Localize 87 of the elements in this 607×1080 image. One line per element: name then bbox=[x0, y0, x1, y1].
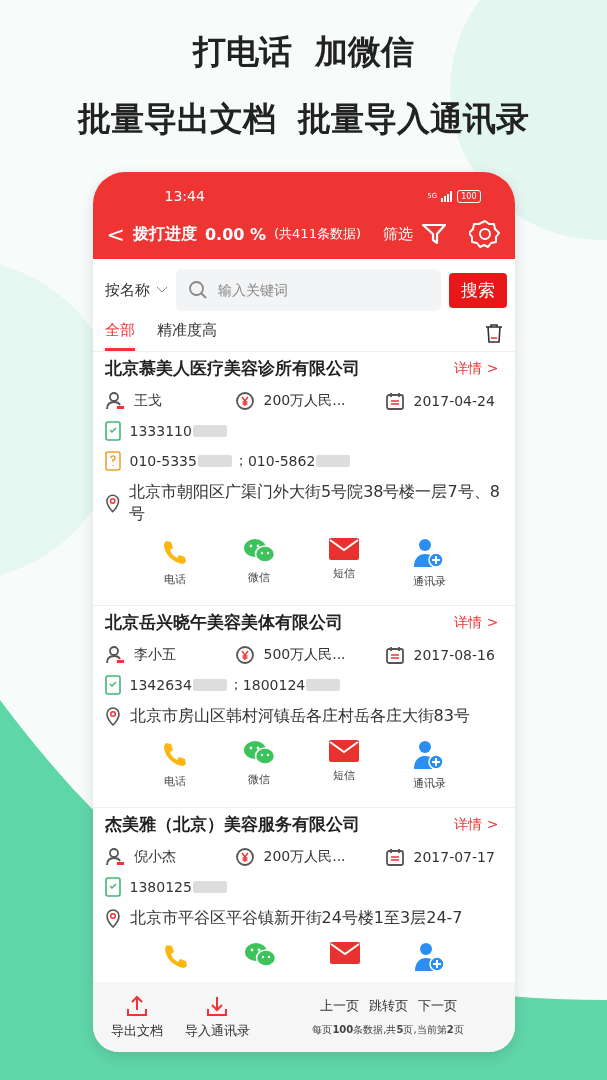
person-icon bbox=[104, 847, 125, 867]
headline: 批量导出文档 批量导入通讯录 bbox=[77, 98, 530, 140]
action-label[interactable]: 微信 bbox=[248, 772, 271, 787]
search-icon bbox=[187, 280, 208, 300]
action-label[interactable]: 短信 bbox=[332, 566, 355, 581]
registered-capital: 200万人民... bbox=[263, 392, 346, 410]
company-name: 北京岳兴晓午美容美体有限公司 bbox=[104, 612, 343, 634]
envelope-icon bbox=[328, 538, 359, 560]
separator: ； bbox=[228, 676, 243, 694]
founding-date: 2017-07-17 bbox=[413, 849, 495, 865]
filter-icon[interactable] bbox=[420, 222, 447, 246]
contact-person: 李小五 bbox=[133, 646, 176, 664]
action-label[interactable]: 电话 bbox=[164, 572, 187, 587]
action-label[interactable]: 通讯录 bbox=[412, 776, 446, 791]
phone-check-icon bbox=[104, 877, 121, 897]
contact-person: 倪小杰 bbox=[133, 848, 176, 866]
search-field[interactable]: 输入关键词 bbox=[175, 269, 441, 311]
registered-capital: 200万人民... bbox=[263, 848, 346, 866]
calendar-icon bbox=[384, 847, 405, 867]
yen-icon bbox=[234, 847, 255, 867]
field-select[interactable]: 按名称 bbox=[104, 280, 168, 300]
contact-person: 王戈 bbox=[133, 392, 162, 410]
search-button[interactable]: 搜索 bbox=[448, 272, 507, 308]
upload-icon bbox=[124, 994, 149, 1018]
phone-question-icon bbox=[104, 451, 121, 471]
calendar-icon bbox=[384, 391, 405, 411]
download-icon bbox=[205, 994, 229, 1018]
person-icon bbox=[104, 391, 125, 411]
battery-level: 100 bbox=[457, 189, 481, 203]
phone-check-icon bbox=[104, 675, 121, 695]
yen-icon bbox=[234, 391, 255, 411]
registered-capital: 500万人民... bbox=[263, 646, 346, 664]
chat-bubbles-icon bbox=[243, 942, 276, 968]
founding-date: 2017-04-24 bbox=[413, 393, 495, 409]
status-time: 13:44 bbox=[164, 188, 205, 204]
add-contact-icon bbox=[413, 740, 446, 770]
tab[interactable]: 精准度高 bbox=[156, 321, 217, 351]
details-link[interactable]: 详情 > bbox=[454, 816, 499, 834]
details-link[interactable]: 详情 > bbox=[454, 360, 499, 378]
calendar-icon bbox=[384, 645, 405, 665]
address-text: 北京市平谷区平谷镇新开街24号楼1至3层24-7 bbox=[129, 907, 463, 929]
add-contact-icon bbox=[413, 942, 446, 972]
chat-bubbles-icon bbox=[243, 538, 276, 564]
signal-icon bbox=[441, 190, 454, 202]
envelope-icon bbox=[328, 740, 359, 762]
page-title: 拨打进度 bbox=[132, 223, 197, 245]
trash-icon[interactable] bbox=[484, 323, 503, 343]
total-count: (共411条数据) bbox=[274, 225, 361, 243]
next-page-button[interactable]: 下一页 bbox=[417, 997, 457, 1015]
company-name: 北京慕美人医疗美容诊所有限公司 bbox=[104, 358, 360, 380]
headline: 打电话 加微信 bbox=[193, 31, 414, 73]
action-label[interactable]: 通讯录 bbox=[412, 574, 446, 589]
back-button[interactable]: < bbox=[106, 221, 125, 247]
person-icon bbox=[104, 645, 125, 665]
founding-date: 2017-08-16 bbox=[413, 647, 495, 663]
envelope-icon bbox=[329, 942, 360, 964]
address-text: 北京市朝阳区广渠门外大街5号院38号楼一层7号、8号 bbox=[128, 481, 501, 525]
phone-number: 010-5862 bbox=[247, 453, 316, 469]
jump-page-button[interactable]: 跳转页 bbox=[368, 997, 408, 1015]
progress-value: 0.00 % bbox=[204, 224, 266, 244]
yen-icon bbox=[234, 645, 255, 665]
prev-page-button[interactable]: 上一页 bbox=[319, 997, 359, 1015]
phone-number: 1380125 bbox=[129, 879, 192, 895]
phone-check-icon bbox=[104, 421, 121, 441]
phone-number: 1800124 bbox=[242, 677, 306, 693]
address-text: 北京市房山区韩村河镇岳各庄村岳各庄大街83号 bbox=[129, 705, 470, 727]
separator: ； bbox=[233, 452, 248, 470]
settings-icon[interactable] bbox=[468, 218, 501, 250]
location-icon bbox=[104, 493, 120, 513]
tab[interactable]: 全部 bbox=[104, 321, 135, 351]
company-name: 杰美雅（北京）美容服务有限公司 bbox=[104, 814, 360, 836]
page-info: 每页100条数据,共5页,当前第2页 bbox=[312, 1023, 464, 1037]
filter-button[interactable]: 筛选 bbox=[382, 224, 413, 244]
phone-number: 010-5335 bbox=[129, 453, 197, 469]
location-icon bbox=[104, 908, 121, 928]
phone-number: 1342634 bbox=[129, 677, 192, 693]
location-icon bbox=[104, 706, 121, 726]
import-button[interactable]: 导入通讯录 bbox=[184, 994, 250, 1040]
export-button[interactable]: 导出文档 bbox=[110, 994, 163, 1040]
phone-number: 1333110 bbox=[129, 423, 192, 439]
action-label[interactable]: 电话 bbox=[164, 774, 187, 789]
chat-bubbles-icon bbox=[243, 740, 276, 766]
details-link[interactable]: 详情 > bbox=[454, 614, 499, 632]
caret-icon bbox=[155, 286, 168, 294]
action-label[interactable]: 短信 bbox=[332, 768, 355, 783]
add-contact-icon bbox=[413, 538, 446, 568]
action-label[interactable]: 微信 bbox=[248, 570, 271, 585]
